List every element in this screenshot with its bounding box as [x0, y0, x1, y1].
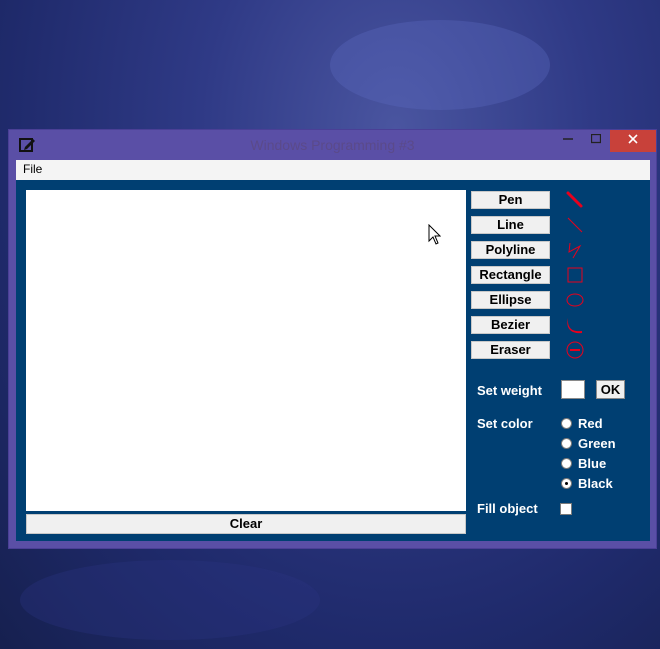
clear-button[interactable]: Clear: [26, 514, 466, 534]
fill-object-checkbox[interactable]: [560, 503, 572, 515]
radio-red-label[interactable]: Red: [578, 416, 603, 431]
minimize-button[interactable]: [554, 130, 582, 152]
pen-icon: [566, 191, 583, 208]
radio-blue[interactable]: [561, 458, 572, 469]
ellipse-icon: [566, 293, 584, 307]
drawing-canvas[interactable]: [26, 190, 466, 511]
menu-file[interactable]: File: [23, 162, 42, 176]
line-button[interactable]: Line: [471, 216, 550, 234]
bezier-icon: [567, 318, 582, 334]
client-area: Clear Pen Line Polyline Rectangle Ellips…: [16, 180, 650, 541]
close-button[interactable]: [610, 130, 656, 152]
line-icon: [567, 217, 583, 233]
rectangle-icon: [567, 267, 583, 283]
maximize-button[interactable]: [582, 130, 610, 152]
radio-green[interactable]: [561, 438, 572, 449]
set-color-label: Set color: [477, 416, 533, 431]
radio-black-label[interactable]: Black: [578, 476, 613, 491]
radio-black[interactable]: [561, 478, 572, 489]
radio-blue-label[interactable]: Blue: [578, 456, 606, 471]
ok-button[interactable]: OK: [596, 380, 625, 399]
app-window: Windows Programming #3 File Clear Pen Li…: [8, 129, 657, 549]
wallpaper-swirl: [20, 560, 320, 640]
eraser-button[interactable]: Eraser: [471, 341, 550, 359]
ellipse-button[interactable]: Ellipse: [471, 291, 550, 309]
radio-green-label[interactable]: Green: [578, 436, 616, 451]
polyline-button[interactable]: Polyline: [471, 241, 550, 259]
wallpaper-swirl: [330, 20, 550, 110]
fill-object-label: Fill object: [477, 501, 538, 516]
close-icon: [628, 134, 638, 144]
menu-bar: File: [16, 160, 650, 181]
weight-input[interactable]: [561, 380, 585, 399]
pen-button[interactable]: Pen: [471, 191, 550, 209]
eraser-icon: [566, 341, 584, 359]
bezier-button[interactable]: Bezier: [471, 316, 550, 334]
radio-red[interactable]: [561, 418, 572, 429]
title-bar[interactable]: Windows Programming #3: [9, 130, 656, 160]
set-weight-label: Set weight: [477, 383, 543, 398]
mouse-cursor-icon: [428, 224, 441, 245]
polyline-icon: [568, 242, 582, 259]
maximize-icon: [590, 133, 602, 144]
minimize-icon: [563, 138, 573, 140]
rectangle-button[interactable]: Rectangle: [471, 266, 550, 284]
